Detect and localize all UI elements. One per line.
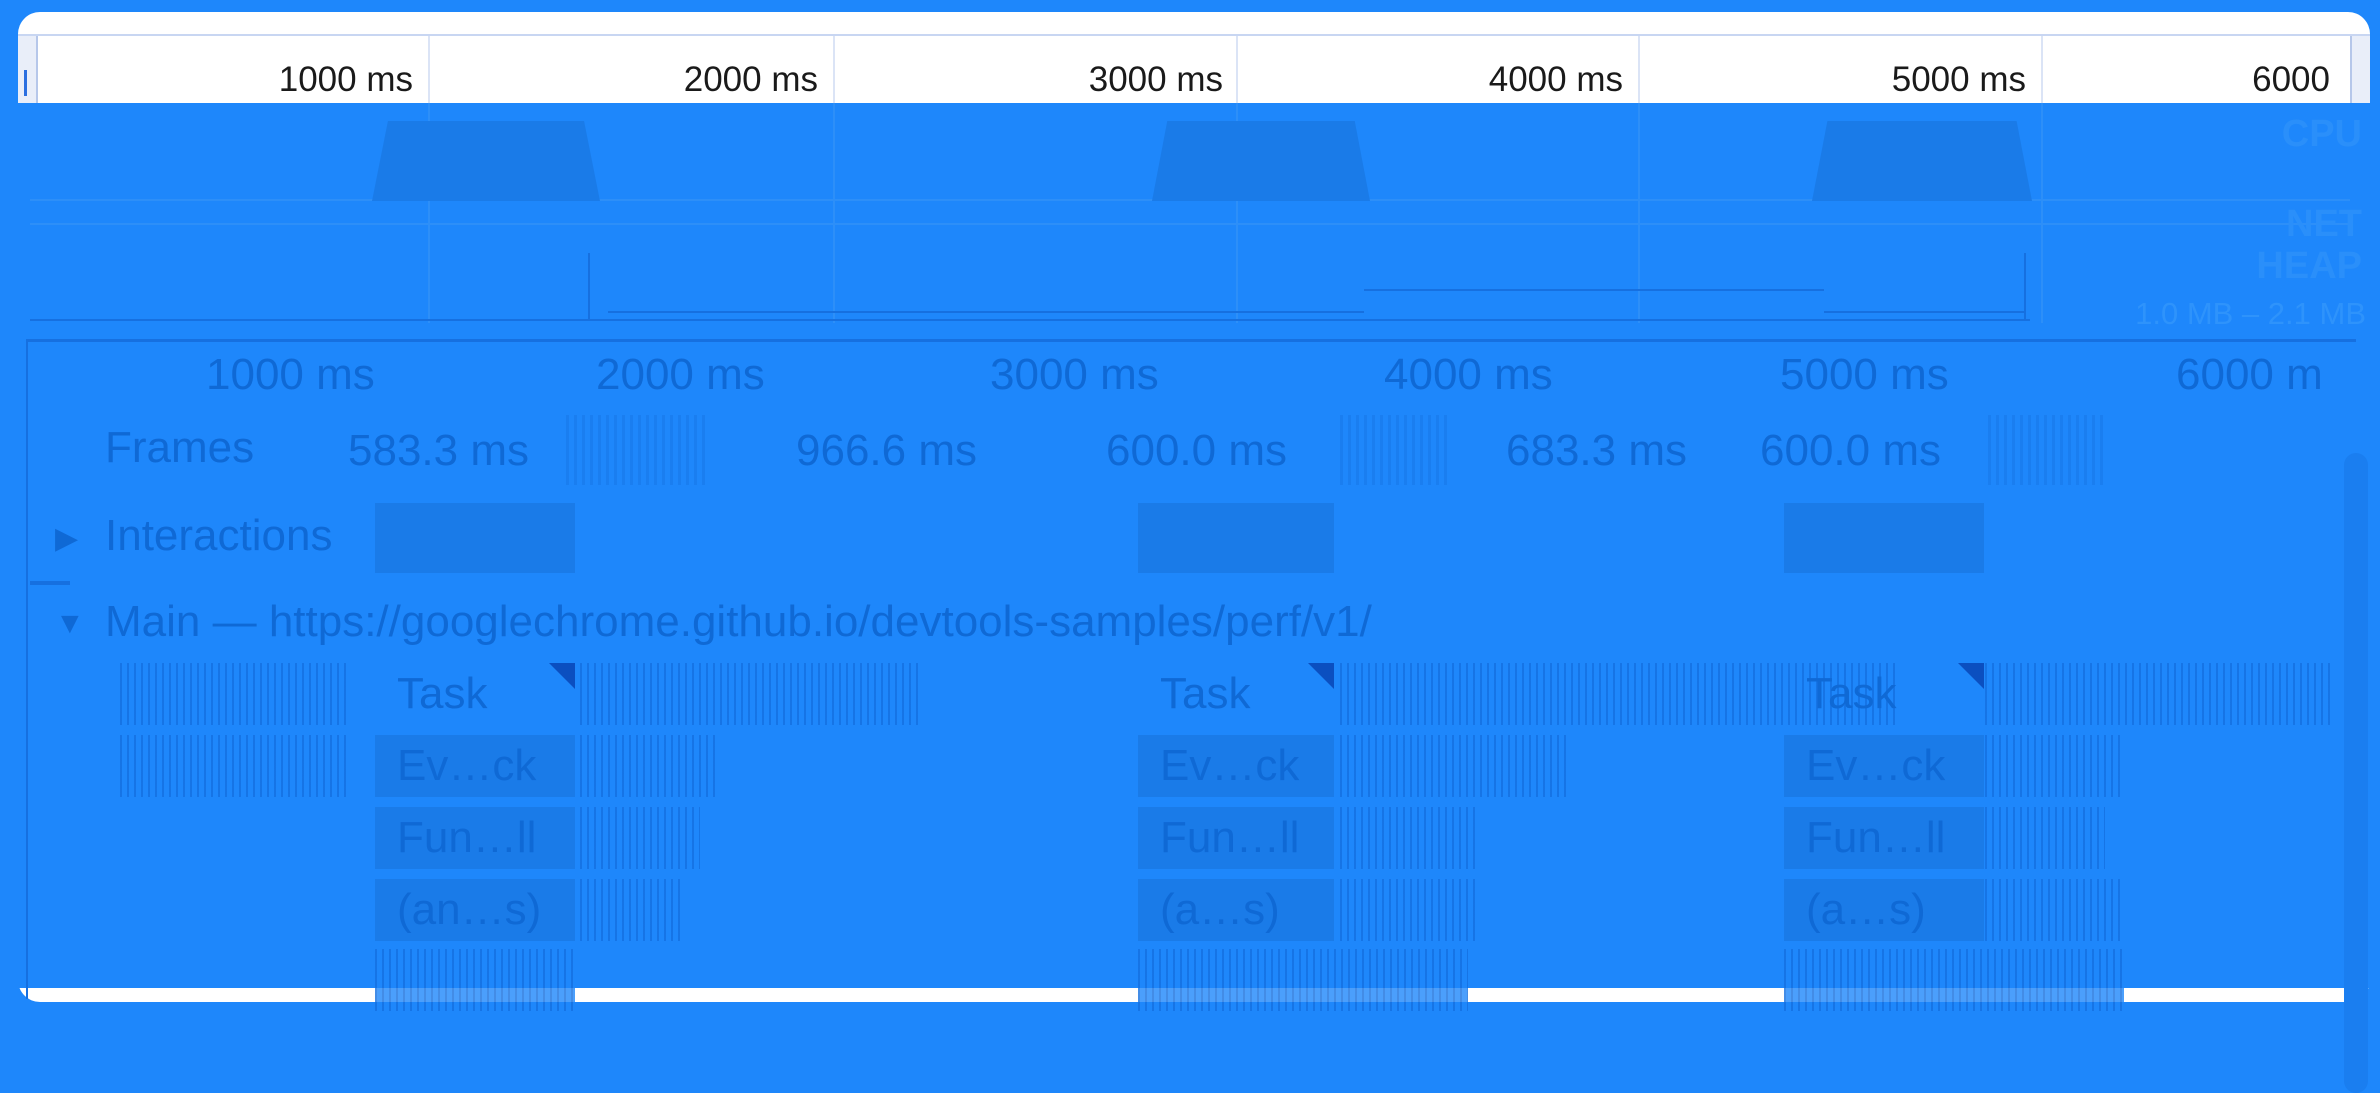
flame-noise xyxy=(580,663,920,725)
flame-noise xyxy=(1340,807,1480,869)
timeline-tick-label: 5000 ms xyxy=(1780,350,1949,399)
long-task-corner-icon xyxy=(549,663,575,689)
gridline xyxy=(30,223,2350,225)
flame-noise xyxy=(120,735,346,797)
ruler-gridline xyxy=(1236,36,1238,108)
flame-noise xyxy=(1340,879,1480,941)
flame-event[interactable]: Ev…ck xyxy=(1784,735,1984,797)
frame-duration[interactable]: 683.3 ms xyxy=(1506,426,1687,476)
timeline-tick-label: 4000 ms xyxy=(1384,350,1553,399)
flame-noise xyxy=(580,879,680,941)
flame-noise xyxy=(1340,735,1570,797)
frame-duration[interactable]: 600.0 ms xyxy=(1106,426,1287,476)
flame-function-call[interactable]: Fun…ll xyxy=(375,807,575,869)
main-track-label[interactable]: Main — https://googlechrome.github.io/de… xyxy=(105,597,1372,647)
ruler-tick-label: 6000 xyxy=(2252,60,2330,99)
frame-duration[interactable]: 583.3 ms xyxy=(348,426,529,476)
flame-task[interactable]: Task xyxy=(1138,663,1334,725)
frame-strip xyxy=(1988,415,2108,485)
ruler-tick-label: 1000 ms xyxy=(278,60,413,99)
flame-noise xyxy=(580,807,700,869)
frame-duration[interactable]: 600.0 ms xyxy=(1760,426,1941,476)
ruler-tick-label: 3000 ms xyxy=(1088,60,1223,99)
ruler-tick-label: 2000 ms xyxy=(683,60,818,99)
heap-graph xyxy=(588,253,590,319)
ruler-gridline xyxy=(428,36,430,108)
flame-task[interactable]: Task xyxy=(375,663,575,725)
expand-triangle-icon[interactable]: ▶ xyxy=(55,521,78,556)
handle-grip xyxy=(24,70,27,96)
frame-strip xyxy=(566,415,706,485)
flame-noise xyxy=(375,949,575,1011)
divider xyxy=(30,581,70,585)
timeline-tick-label: 6000 m xyxy=(2176,350,2323,399)
flame-noise xyxy=(1985,663,2335,725)
flame-noise xyxy=(1985,807,2105,869)
heap-label: HEAP xyxy=(2256,245,2362,287)
flame-noise xyxy=(1985,735,2125,797)
interaction-block[interactable] xyxy=(1138,503,1334,573)
frames-track-label: Frames xyxy=(105,423,255,472)
timeline-tick-label: 3000 ms xyxy=(990,350,1159,399)
long-task-corner-icon xyxy=(1958,663,1984,689)
ruler-gridline xyxy=(2041,36,2043,108)
timeline-tick-label: 2000 ms xyxy=(596,350,765,399)
flame-function-call[interactable]: Fun…ll xyxy=(1138,807,1334,869)
ruler-tick-label: 5000 ms xyxy=(1891,60,2026,99)
interactions-track-label[interactable]: Interactions xyxy=(105,511,332,561)
heap-graph xyxy=(30,319,2030,321)
task-label: Task xyxy=(1160,669,1251,718)
frame-duration[interactable]: 966.6 ms xyxy=(796,426,977,476)
gridline xyxy=(2041,103,2043,323)
heap-graph xyxy=(2024,253,2026,319)
collapse-triangle-icon[interactable]: ▼ xyxy=(55,607,85,641)
ruler-gridline xyxy=(1638,36,1640,108)
divider xyxy=(26,339,28,999)
heap-graph xyxy=(1364,289,1824,291)
ruler-tick-label: 4000 ms xyxy=(1488,60,1623,99)
divider xyxy=(26,339,2356,342)
frame-strip xyxy=(1340,415,1450,485)
flame-noise xyxy=(580,735,720,797)
cpu-activity xyxy=(1812,121,2032,201)
task-label: Task xyxy=(397,669,488,718)
ruler-gridline xyxy=(833,36,835,108)
cpu-activity xyxy=(372,121,600,201)
interaction-block[interactable] xyxy=(375,503,575,573)
flame-function-call[interactable]: Fun…ll xyxy=(1784,807,1984,869)
heap-graph xyxy=(1824,311,2024,313)
flame-noise xyxy=(120,663,346,725)
heap-graph xyxy=(608,311,1364,313)
flame-noise xyxy=(1138,949,1468,1011)
flame-event[interactable]: Ev…ck xyxy=(1138,735,1334,797)
long-task-corner-icon xyxy=(1308,663,1334,689)
net-label: NET xyxy=(2286,203,2362,245)
gridline xyxy=(833,103,835,323)
flame-noise xyxy=(1985,879,2125,941)
timeline-scrollbar[interactable] xyxy=(2344,453,2368,1093)
flame-anonymous[interactable]: (an…s) xyxy=(375,879,575,941)
timeline-tick-label: 1000 ms xyxy=(206,350,375,399)
flame-anonymous[interactable]: (a…s) xyxy=(1784,879,1984,941)
flame-noise xyxy=(1784,949,2124,1011)
cpu-label: CPU xyxy=(2281,113,2362,155)
heap-range: 1.0 MB – 2.1 MB xyxy=(2135,296,2366,331)
flame-anonymous[interactable]: (a…s) xyxy=(1138,879,1334,941)
cpu-activity xyxy=(1152,121,1370,201)
blue-overlay: CPU NET HEAP 1.0 MB – 2.1 MB 1000 ms 200… xyxy=(0,103,2380,1093)
interaction-block[interactable] xyxy=(1784,503,1984,573)
flame-event[interactable]: Ev…ck xyxy=(375,735,575,797)
flame-task[interactable]: Task xyxy=(1784,663,1984,725)
task-label: Task xyxy=(1806,669,1897,718)
